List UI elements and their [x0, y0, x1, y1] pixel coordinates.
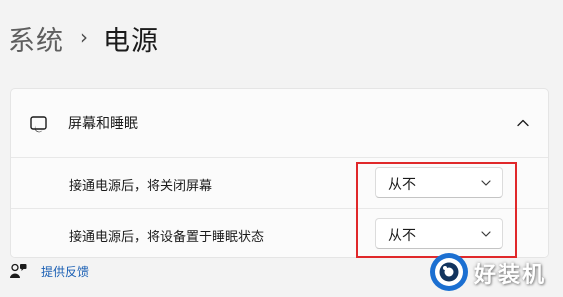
dropdown-value: 从不: [388, 228, 416, 244]
chevron-down-icon: [481, 180, 491, 186]
screen-sleep-icon: [30, 116, 47, 133]
setting-label-sleep: 接通电源后，将设备置于睡眠状态: [69, 230, 265, 245]
setting-row-screen-off: 接通电源后，将关闭屏幕 从不: [11, 157, 548, 208]
screen-sleep-header[interactable]: 屏幕和睡眠: [11, 89, 548, 157]
sleep-dropdown[interactable]: 从不: [375, 218, 503, 249]
chevron-down-icon: [481, 231, 491, 237]
feedback-person-icon: [10, 263, 27, 278]
page-title: 电源: [103, 25, 159, 57]
watermark: 好装机: [427, 249, 563, 295]
section-title: 屏幕和睡眠: [68, 116, 138, 132]
feedback-label: 提供反馈: [41, 264, 90, 279]
breadcrumb: 系统 › 电源: [8, 18, 159, 58]
chevron-up-icon[interactable]: [516, 116, 530, 130]
breadcrumb-system[interactable]: 系统: [8, 19, 64, 58]
dropdown-value: 从不: [388, 177, 416, 193]
screen-sleep-card: 屏幕和睡眠 接通电源后，将关闭屏幕 从不 接通电源后，将设备置于睡眠状态 从不: [10, 88, 549, 258]
watermark-eye-icon: [430, 253, 468, 291]
breadcrumb-separator: ›: [80, 25, 89, 49]
watermark-text: 好装机: [474, 263, 547, 288]
settings-page: 系统 › 电源 屏幕和睡眠 接通电源后，将关闭屏幕 从不 接通电源后，将设备置于…: [0, 0, 563, 297]
setting-label-screen-off: 接通电源后，将关闭屏幕: [69, 179, 213, 194]
feedback-link[interactable]: 提供反馈: [9, 262, 89, 280]
screen-off-dropdown[interactable]: 从不: [375, 167, 503, 198]
